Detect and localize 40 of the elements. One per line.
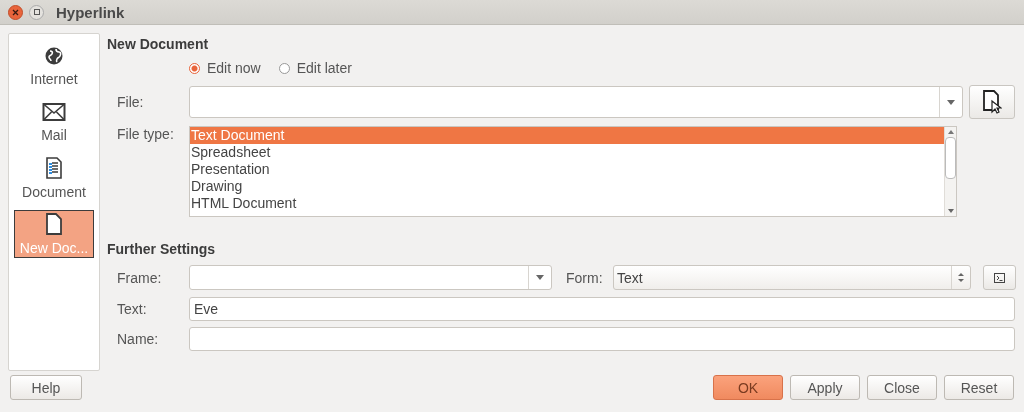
maximize-button[interactable] (29, 4, 44, 20)
section-heading: Further Settings (107, 241, 217, 259)
script-button[interactable] (983, 265, 1016, 290)
envelope-icon (42, 101, 66, 122)
dialog-button[interactable]: Reset (944, 375, 1014, 400)
sidebar-item[interactable]: Internet (14, 42, 94, 90)
list-item[interactable]: Spreadsheet (190, 144, 944, 161)
radio-option[interactable]: Edit now (189, 60, 261, 76)
sidebar-item[interactable]: Document (14, 154, 94, 202)
dialog-button[interactable]: Apply (790, 375, 860, 400)
list-item[interactable]: Presentation (190, 161, 944, 178)
maximize-icon (33, 9, 40, 15)
blank-page-icon (45, 212, 63, 235)
list-item[interactable]: Drawing (190, 178, 944, 195)
sidebar-item[interactable]: Mail (14, 98, 94, 146)
document-icon (44, 156, 64, 179)
radio-option[interactable]: Edit later (278, 60, 352, 76)
text-field[interactable]: Eve (189, 297, 1015, 321)
name-field[interactable] (189, 327, 1015, 351)
page-cursor-icon (982, 89, 1002, 115)
dialog-button[interactable]: Help (10, 375, 82, 400)
list-item[interactable]: HTML Document (190, 195, 944, 212)
ok-button[interactable]: OK (713, 375, 783, 400)
field-label: Frame: (116, 269, 163, 286)
globe-icon (44, 45, 64, 66)
field-label: Text: (116, 301, 148, 317)
scrollbar[interactable] (944, 127, 956, 216)
field-label: File type: (116, 126, 175, 142)
terminal-icon (994, 272, 1005, 283)
section-heading: New Document (107, 36, 210, 54)
field-label: Form: (566, 269, 604, 286)
dialog-button[interactable]: Close (867, 375, 937, 400)
close-icon (12, 8, 19, 16)
form-spin-box[interactable]: Text (613, 265, 971, 290)
close-button[interactable] (8, 4, 23, 20)
select-path-button[interactable] (969, 85, 1015, 119)
window-title: Hyperlink (56, 3, 125, 21)
file-type-list[interactable]: Text Document Spreadsheet Presentation Drawing HTML Document (189, 126, 957, 217)
field-label: File: (116, 94, 145, 110)
field-label: Name: (116, 331, 160, 347)
